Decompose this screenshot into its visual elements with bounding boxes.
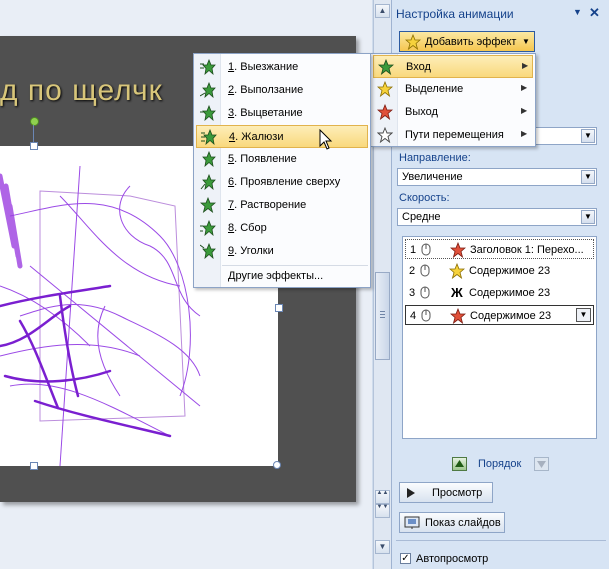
mouse-click-icon [421, 243, 431, 256]
effect-fade[interactable]: 3. Выцветание [196, 102, 368, 125]
order-down-button[interactable] [534, 457, 549, 471]
scroll-thumb[interactable] [375, 272, 390, 360]
order-up-button[interactable] [452, 457, 467, 471]
submenu-arrow-icon: ▶ [521, 129, 528, 138]
star-yellow-icon [377, 81, 393, 97]
page-down-button[interactable]: ▼▼ [375, 504, 390, 518]
effect-blinds[interactable]: 4. Жалюзи [196, 125, 368, 148]
animation-list[interactable]: 1 Заголовок 1: Перехо... 2 Содержимое 23… [402, 236, 597, 439]
more-effects-item[interactable]: Другие эффекты... [196, 266, 368, 289]
submenu-arrow-icon: ▶ [522, 61, 529, 70]
effect-star-green-icon [200, 197, 216, 213]
rotation-handle[interactable] [30, 117, 39, 126]
autopreview-label: Автопросмотр [416, 553, 489, 565]
speed-combo-arrow-icon[interactable]: ▼ [581, 210, 595, 224]
speed-combo[interactable]: Средне ▼ [397, 208, 597, 226]
slide-title-text[interactable]: д по щелчк [0, 74, 163, 108]
animation-list-item-selected[interactable]: 4 Содержимое 23 ▼ [405, 305, 594, 325]
mouse-click-icon [420, 286, 430, 299]
menu-item-exit[interactable]: Выход ▶ [373, 101, 533, 124]
pane-menu-arrow-icon[interactable]: ▼ [573, 7, 582, 17]
effect-star-green-icon [201, 129, 217, 145]
effect-star-green-icon [200, 220, 216, 236]
effect-star-green-icon [200, 174, 216, 190]
resize-handle-bottom-right[interactable] [273, 461, 281, 469]
star-yellow-icon [405, 34, 421, 50]
effect-collect[interactable]: 8. Сбор [196, 217, 368, 240]
effect-appear[interactable]: 5. Появление [196, 148, 368, 171]
effect-fly-in[interactable]: 1. Выезжание [196, 56, 368, 79]
mouse-click-icon [420, 264, 430, 277]
star-outline-icon [377, 127, 393, 143]
start-combo-arrow-icon[interactable]: ▼ [581, 129, 595, 143]
star-yellow-icon [449, 263, 465, 279]
scroll-up-button[interactable]: ▲ [375, 4, 390, 18]
add-effect-button[interactable]: Добавить эффект ▼ [399, 31, 535, 52]
effect-dissolve[interactable]: 7. Растворение [196, 194, 368, 217]
pane-close-icon[interactable]: ✕ [589, 5, 600, 21]
add-effect-menu: Вход ▶ Выделение ▶ Выход ▶ Пути перемеще… [370, 53, 536, 147]
slideshow-button[interactable]: Показ слайдов [399, 512, 505, 533]
direction-combo[interactable]: Увеличение ▼ [397, 168, 597, 186]
speed-label: Скорость: [399, 192, 450, 204]
slideshow-label: Показ слайдов [425, 517, 501, 529]
submenu-arrow-icon: ▶ [521, 106, 528, 115]
effect-crawl-in[interactable]: 2. Выползание [196, 79, 368, 102]
pane-title: Настройка анимации [396, 7, 514, 21]
dropdown-arrow-icon: ▼ [522, 37, 530, 46]
arrow-up-icon [455, 460, 464, 467]
animation-list-item[interactable]: 1 Заголовок 1: Перехо... [405, 239, 594, 259]
effect-star-green-icon [200, 59, 216, 75]
preview-label: Просмотр [432, 487, 483, 499]
star-red-icon [450, 308, 466, 324]
animation-list-item[interactable]: 3 Ж Содержимое 23 [405, 283, 594, 303]
entrance-effects-submenu: 1. Выезжание 2. Выползание 3. Выцветание… [193, 53, 371, 288]
autopreview-checkbox[interactable]: ✓ [400, 553, 411, 564]
effect-star-green-icon [200, 82, 216, 98]
play-icon [407, 488, 415, 498]
menu-item-emphasis[interactable]: Выделение ▶ [373, 78, 533, 101]
menu-item-entrance[interactable]: Вход ▶ [373, 55, 533, 78]
bold-zh-icon: Ж [451, 285, 463, 300]
star-red-icon [450, 242, 466, 258]
page-up-button[interactable]: ▲▲ [375, 490, 390, 504]
star-green-icon [378, 59, 394, 75]
scroll-down-button[interactable]: ▼ [375, 540, 390, 554]
direction-label: Направление: [399, 152, 471, 164]
resize-handle-bottom[interactable] [30, 462, 38, 470]
effect-star-green-icon [200, 243, 216, 259]
preview-button[interactable]: Просмотр [399, 482, 493, 503]
menu-item-motion-paths[interactable]: Пути перемещения ▶ [373, 124, 533, 147]
effect-corners[interactable]: 9. Уголки [196, 240, 368, 263]
mouse-cursor-icon [319, 129, 333, 150]
order-label: Порядок [478, 458, 522, 470]
direction-combo-arrow-icon[interactable]: ▼ [581, 170, 595, 184]
item-dropdown-arrow-icon[interactable]: ▼ [576, 308, 591, 322]
resize-handle-right[interactable] [275, 304, 283, 312]
effect-star-green-icon [200, 105, 216, 121]
effect-star-green-icon [202, 151, 216, 167]
arrow-down-icon [537, 461, 546, 468]
submenu-arrow-icon: ▶ [521, 83, 528, 92]
pane-separator [396, 540, 606, 541]
slideshow-icon [404, 516, 420, 529]
mouse-click-icon [421, 309, 431, 322]
star-red-icon [377, 104, 393, 120]
effect-rise-up[interactable]: 6. Проявление сверху [196, 171, 368, 194]
resize-handle-top[interactable] [30, 142, 38, 150]
animation-list-item[interactable]: 2 Содержимое 23 [405, 261, 594, 281]
add-effect-label: Добавить эффект [425, 36, 517, 48]
